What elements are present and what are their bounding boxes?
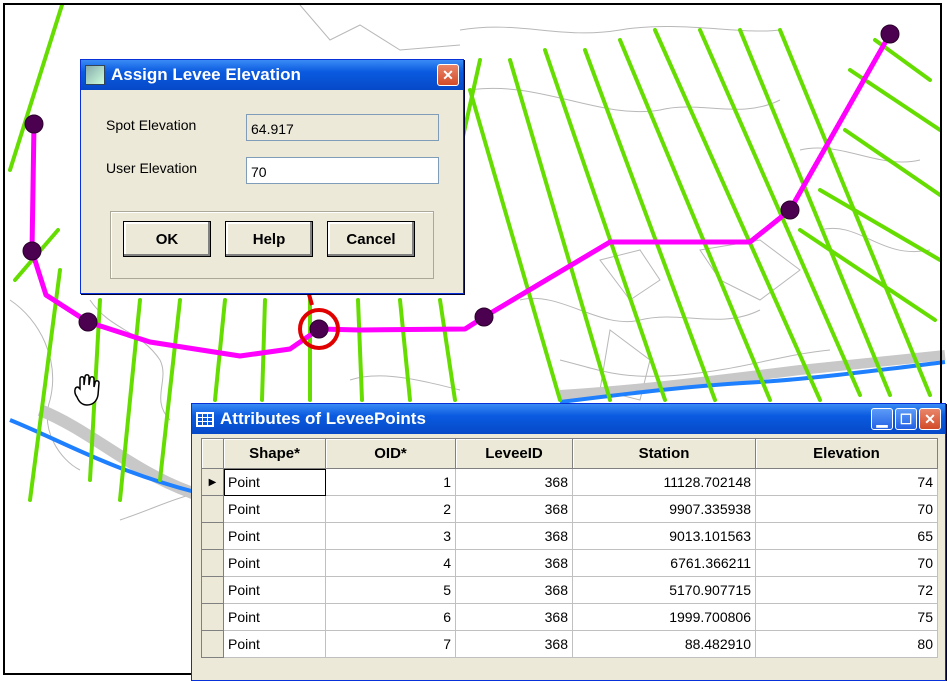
table-cell[interactable]: 368 [455, 603, 573, 631]
levee-point [880, 24, 900, 44]
table-cell[interactable]: 80 [755, 630, 938, 658]
user-elevation-label: User Elevation [106, 160, 198, 176]
row-selector-icon[interactable]: ▶ [201, 468, 224, 496]
table-cell[interactable]: 3 [325, 522, 456, 550]
row-selector[interactable] [201, 522, 224, 550]
row-selector[interactable] [201, 603, 224, 631]
table-row[interactable]: Point 3 368 9013.101563 65 [201, 522, 938, 550]
dialog-title: Assign Levee Elevation [111, 65, 301, 84]
levee-point [474, 307, 494, 327]
levee-point [24, 114, 44, 134]
attributes-window: Attributes of LeveePoints ▁ ☐ ✕ Shape* O… [191, 403, 946, 681]
maximize-icon[interactable]: ☐ [895, 408, 917, 430]
levee-point [780, 200, 800, 220]
table-cell[interactable]: 9013.101563 [572, 522, 756, 550]
ok-button[interactable]: OK [123, 221, 211, 257]
table-cell[interactable]: Point [223, 468, 326, 496]
cancel-button[interactable]: Cancel [327, 221, 415, 257]
table-cell[interactable]: Point [223, 603, 326, 631]
table-cell[interactable]: 74 [755, 468, 938, 496]
table-cell[interactable]: 11128.702148 [572, 468, 756, 496]
attributes-title: Attributes of LeveePoints [220, 409, 426, 428]
table-cell[interactable]: 65 [755, 522, 938, 550]
row-selector[interactable] [201, 495, 224, 523]
close-icon[interactable]: ✕ [437, 64, 459, 86]
table-cell[interactable]: 6 [325, 603, 456, 631]
column-header[interactable]: Elevation [755, 438, 938, 469]
table-cell[interactable]: Point [223, 576, 326, 604]
row-selector[interactable] [201, 630, 224, 658]
attribute-table: Shape* OID* LeveeID Station Elevation ▶ … [201, 438, 938, 658]
table-cell[interactable]: Point [223, 549, 326, 577]
table-cell[interactable]: 88.482910 [572, 630, 756, 658]
column-header[interactable]: Shape* [223, 438, 326, 469]
spot-elevation-label: Spot Elevation [106, 117, 197, 133]
table-cell[interactable]: Point [223, 495, 326, 523]
row-selector[interactable] [201, 549, 224, 577]
table-cell[interactable]: 2 [325, 495, 456, 523]
table-row[interactable]: ▶ Point 1 368 11128.702148 74 [201, 468, 938, 496]
table-cell[interactable]: 72 [755, 576, 938, 604]
table-cell[interactable]: 9907.335938 [572, 495, 756, 523]
row-selector-header [201, 438, 224, 469]
table-cell[interactable]: 1 [325, 468, 456, 496]
table-cell[interactable]: Point [223, 522, 326, 550]
table-cell[interactable]: 70 [755, 495, 938, 523]
column-header[interactable]: Station [572, 438, 756, 469]
attributes-titlebar[interactable]: Attributes of LeveePoints ▁ ☐ ✕ [192, 404, 945, 434]
table-cell[interactable]: 1999.700806 [572, 603, 756, 631]
table-cell[interactable]: 75 [755, 603, 938, 631]
table-icon [196, 411, 214, 427]
levee-point [78, 312, 98, 332]
assign-levee-elevation-dialog: Assign Levee Elevation ✕ Spot Elevation … [80, 59, 464, 294]
table-header-row: Shape* OID* LeveeID Station Elevation [201, 438, 938, 469]
user-elevation-input[interactable]: 70 [246, 157, 439, 184]
table-cell[interactable]: 368 [455, 549, 573, 577]
column-header[interactable]: LeveeID [455, 438, 573, 469]
dialog-titlebar[interactable]: Assign Levee Elevation ✕ [81, 60, 463, 90]
table-row[interactable]: Point 6 368 1999.700806 75 [201, 603, 938, 631]
row-selector[interactable] [201, 576, 224, 604]
window-app-icon [85, 65, 105, 85]
table-cell[interactable]: 7 [325, 630, 456, 658]
close-icon[interactable]: ✕ [919, 408, 941, 430]
stream-line-east [559, 360, 946, 404]
table-cell[interactable]: 368 [455, 630, 573, 658]
table-cell[interactable]: 6761.366211 [572, 549, 756, 577]
table-cell[interactable]: 5 [325, 576, 456, 604]
spot-elevation-field: 64.917 [246, 114, 439, 141]
table-cell[interactable]: 368 [455, 495, 573, 523]
table-row[interactable]: Point 4 368 6761.366211 70 [201, 549, 938, 577]
table-cell[interactable]: 5170.907715 [572, 576, 756, 604]
levee-point [22, 241, 42, 261]
help-button[interactable]: Help [225, 221, 313, 257]
table-cell[interactable]: Point [223, 630, 326, 658]
table-row[interactable]: Point 5 368 5170.907715 72 [201, 576, 938, 604]
column-header[interactable]: OID* [325, 438, 456, 469]
table-row[interactable]: Point 7 368 88.482910 80 [201, 630, 938, 658]
levee-point [309, 319, 329, 339]
table-cell[interactable]: 70 [755, 549, 938, 577]
table-cell[interactable]: 368 [455, 522, 573, 550]
table-cell[interactable]: 368 [455, 576, 573, 604]
table-cell[interactable]: 368 [455, 468, 573, 496]
table-row[interactable]: Point 2 368 9907.335938 70 [201, 495, 938, 523]
minimize-icon[interactable]: ▁ [871, 408, 893, 430]
table-cell[interactable]: 4 [325, 549, 456, 577]
